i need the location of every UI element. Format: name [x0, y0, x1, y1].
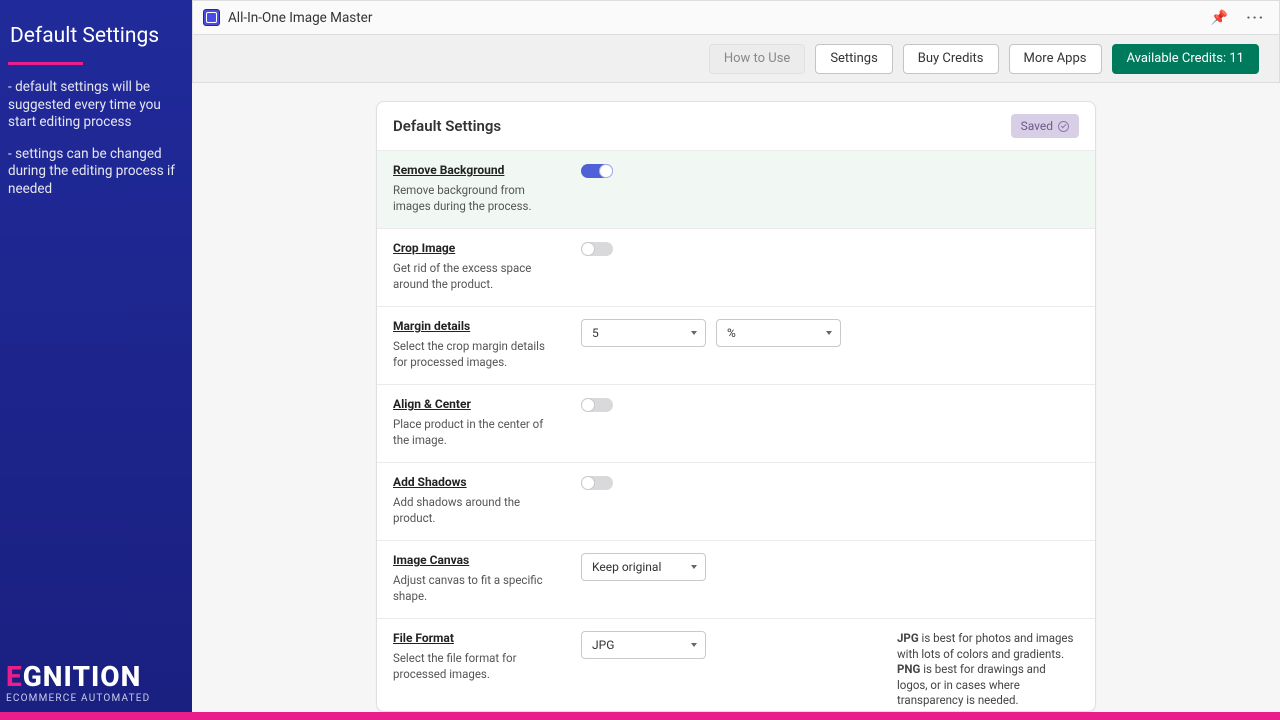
- saved-label: Saved: [1021, 119, 1053, 133]
- chevron-down-icon: [691, 331, 697, 335]
- brand-tagline: ECOMMERCE AUTOMATED: [6, 693, 150, 704]
- section-crop-image: Crop Image Get rid of the excess space a…: [377, 228, 1095, 306]
- settings-card: Default Settings Saved Remove Background…: [376, 101, 1096, 712]
- margin-unit-select[interactable]: %: [716, 319, 841, 347]
- action-bar: How to Use Settings Buy Credits More App…: [192, 35, 1280, 83]
- brand: EGNITION ECOMMERCE AUTOMATED: [6, 663, 150, 704]
- saved-badge: Saved: [1011, 114, 1079, 138]
- section-margin-details: Margin details Select the crop margin de…: [377, 306, 1095, 384]
- card-header: Default Settings Saved: [377, 102, 1095, 150]
- settings-button[interactable]: Settings: [815, 44, 892, 74]
- chevron-down-icon: [691, 565, 697, 569]
- sidebar-title: Default Settings: [8, 20, 184, 56]
- image-canvas-title: Image Canvas: [393, 553, 561, 567]
- file-format-hint: JPG is best for photos and images with l…: [897, 631, 1079, 709]
- brand-logo-e: E: [6, 660, 23, 693]
- file-format-title: File Format: [393, 631, 561, 645]
- more-apps-button[interactable]: More Apps: [1009, 44, 1102, 74]
- app-icon: [203, 9, 220, 26]
- sidebar-title-underline: [8, 62, 83, 65]
- align-center-title: Align & Center: [393, 397, 561, 411]
- margin-value-select[interactable]: 5: [581, 319, 706, 347]
- bottom-accent-bar: [0, 712, 1280, 720]
- section-image-canvas: Image Canvas Adjust canvas to fit a spec…: [377, 540, 1095, 618]
- pin-icon[interactable]: 📌: [1207, 8, 1232, 28]
- how-to-use-button[interactable]: How to Use: [709, 44, 805, 74]
- align-center-toggle[interactable]: [581, 398, 613, 412]
- chevron-down-icon: [826, 331, 832, 335]
- margin-details-title: Margin details: [393, 319, 561, 333]
- card-title: Default Settings: [393, 117, 501, 135]
- image-canvas-value: Keep original: [592, 560, 661, 574]
- image-canvas-desc: Adjust canvas to fit a specific shape.: [393, 573, 561, 604]
- available-credits-button[interactable]: Available Credits: 11: [1112, 44, 1260, 74]
- sidebar-note-2: - settings can be changed during the edi…: [8, 146, 184, 199]
- remove-background-title: Remove Background: [393, 163, 561, 177]
- more-icon[interactable]: ···: [1242, 8, 1269, 28]
- remove-background-desc: Remove background from images during the…: [393, 183, 561, 214]
- crop-image-toggle[interactable]: [581, 242, 613, 256]
- add-shadows-desc: Add shadows around the product.: [393, 495, 561, 526]
- section-remove-background: Remove Background Remove background from…: [377, 150, 1095, 228]
- app-title: All-In-One Image Master: [228, 10, 372, 26]
- crop-image-desc: Get rid of the excess space around the p…: [393, 261, 561, 292]
- margin-unit: %: [727, 326, 736, 340]
- main-area: Default Settings Saved Remove Background…: [192, 83, 1280, 712]
- sidebar-note-1: - default settings will be suggested eve…: [8, 79, 184, 132]
- section-align-center: Align & Center Place product in the cent…: [377, 384, 1095, 462]
- crop-image-title: Crop Image: [393, 241, 561, 255]
- section-file-format: File Format Select the file format for p…: [377, 618, 1095, 712]
- remove-background-toggle[interactable]: [581, 164, 613, 178]
- brand-logo: EGNITION: [6, 663, 150, 691]
- brand-logo-rest: GNITION: [23, 660, 142, 693]
- chevron-down-icon: [691, 643, 697, 647]
- add-shadows-title: Add Shadows: [393, 475, 561, 489]
- margin-details-desc: Select the crop margin details for proce…: [393, 339, 561, 370]
- align-center-desc: Place product in the center of the image…: [393, 417, 561, 448]
- image-canvas-select[interactable]: Keep original: [581, 553, 706, 581]
- file-format-select[interactable]: JPG: [581, 631, 706, 659]
- section-add-shadows: Add Shadows Add shadows around the produ…: [377, 462, 1095, 540]
- add-shadows-toggle[interactable]: [581, 476, 613, 490]
- app-topbar: All-In-One Image Master 📌 ···: [192, 0, 1280, 35]
- check-circle-icon: [1058, 121, 1069, 132]
- file-format-value: JPG: [592, 638, 614, 652]
- sidebar: Default Settings - default settings will…: [0, 0, 192, 712]
- file-format-desc: Select the file format for processed ima…: [393, 651, 561, 682]
- buy-credits-button[interactable]: Buy Credits: [903, 44, 999, 74]
- margin-value: 5: [592, 326, 599, 340]
